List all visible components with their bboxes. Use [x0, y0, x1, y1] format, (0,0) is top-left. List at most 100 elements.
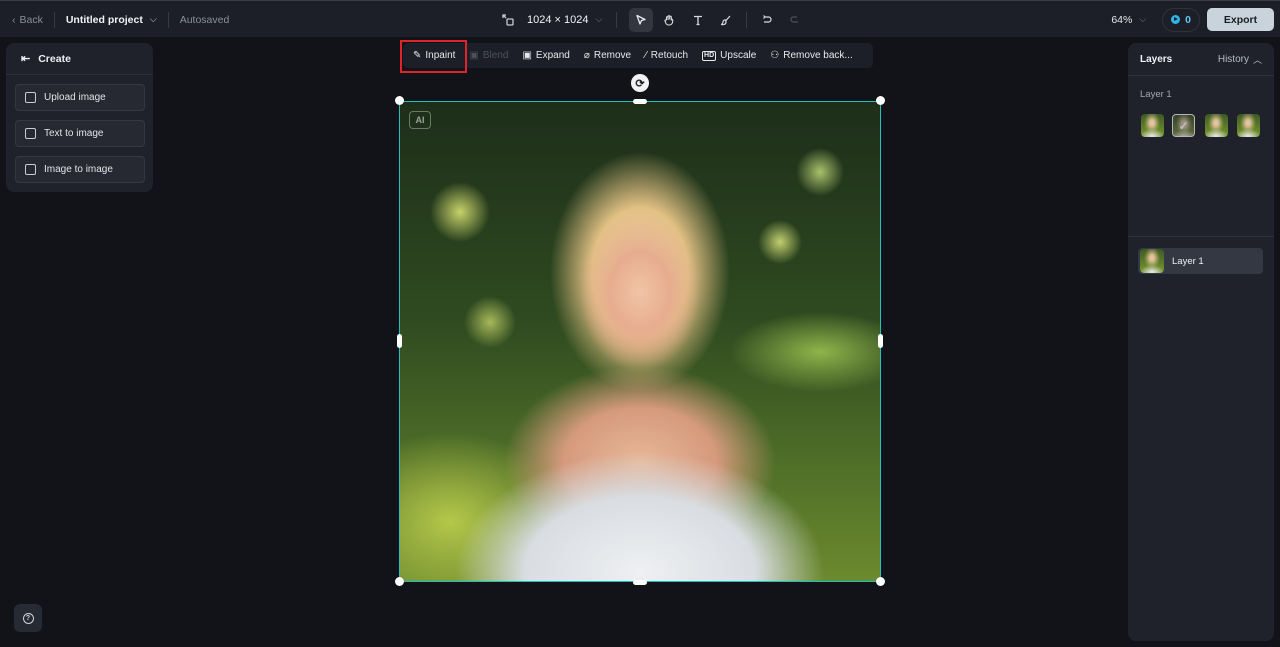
resize-handle-right[interactable]	[878, 334, 883, 348]
redo-button[interactable]	[783, 8, 807, 32]
help-button[interactable]: ?	[14, 604, 42, 632]
image-to-image-icon	[25, 164, 36, 175]
layer-name: Layer 1	[1172, 255, 1204, 267]
top-bar-right: 64% ⌵ 0 Export	[1111, 1, 1280, 38]
resize-handle-top-right[interactable]	[876, 96, 885, 105]
hand-icon	[664, 14, 674, 26]
resize-icon[interactable]	[500, 12, 516, 28]
top-bar: ‹ Back Untitled project ⌵ Autosaved 1024…	[0, 0, 1280, 37]
create-panel-title: Create	[38, 52, 71, 65]
undo-button[interactable]	[755, 8, 779, 32]
create-panel-header[interactable]: ⇤ Create	[6, 43, 153, 75]
remove-background-label: Remove back...	[783, 50, 853, 61]
project-name-dropdown[interactable]: Untitled project ⌵	[66, 14, 157, 26]
save-status: Autosaved	[179, 13, 230, 26]
text-to-image-icon	[25, 128, 36, 139]
ai-badge: AI	[409, 111, 431, 129]
blend-icon: ▣	[469, 50, 479, 61]
chevron-up-icon: ︿	[1252, 54, 1262, 65]
layers-panel-header: Layers History ︿	[1128, 43, 1274, 76]
back-button[interactable]: ‹ Back	[12, 14, 43, 26]
resize-handle-bottom-right[interactable]	[876, 577, 885, 586]
undo-icon	[763, 14, 772, 23]
upload-image-button[interactable]: Upload image	[15, 84, 145, 111]
layer-thumbnail	[1140, 249, 1164, 273]
history-label: History	[1217, 53, 1249, 65]
layers-panel: Layers History ︿ Layer 1 ✓ Layer 1	[1128, 43, 1274, 641]
remove-label: Remove	[593, 50, 632, 61]
canvas-size-dropdown[interactable]: 1024 × 1024 ⌵	[527, 14, 602, 26]
variant-thumbnail[interactable]	[1205, 114, 1228, 137]
text-icon	[694, 15, 703, 25]
upload-image-icon	[25, 92, 36, 103]
resize-handle-bottom-left[interactable]	[395, 577, 404, 586]
back-label: Back	[19, 13, 43, 26]
image-action-toolbar: ✎ Inpaint ▣ Blend ▣ Expand ⌀ Remove ⁄ Re…	[403, 43, 873, 68]
divider	[167, 11, 169, 28]
expand-button[interactable]: ▣ Expand	[515, 50, 576, 61]
divider	[616, 11, 618, 28]
layers-tab[interactable]: Layers	[1140, 54, 1172, 65]
chevron-left-icon: ‹	[12, 13, 16, 26]
chevron-down-icon: ⌵	[1139, 14, 1147, 24]
retouch-button[interactable]: ⁄ Retouch	[638, 50, 695, 61]
text-tool-button[interactable]	[686, 8, 710, 32]
variant-thumbnail[interactable]	[1141, 114, 1164, 137]
export-button[interactable]: Export	[1207, 8, 1274, 31]
layer-item[interactable]: Layer 1	[1138, 248, 1263, 274]
magic-wand-icon: ⁄	[645, 50, 647, 61]
credits-badge[interactable]: 0	[1162, 7, 1200, 32]
brush-tool-button[interactable]	[714, 8, 738, 32]
remove-background-button[interactable]: ⚇ Remove back...	[763, 50, 859, 61]
upload-image-label: Upload image	[44, 92, 106, 103]
hand-tool-button[interactable]	[657, 8, 681, 32]
remove-button[interactable]: ⌀ Remove	[577, 50, 638, 61]
divider	[1128, 236, 1274, 237]
divider	[746, 11, 748, 28]
brush-icon	[721, 15, 731, 25]
top-bar-left: ‹ Back Untitled project ⌵ Autosaved	[12, 1, 229, 38]
expand-label: Expand	[535, 50, 570, 61]
collapse-panel-icon: ⇤	[21, 53, 31, 65]
variant-group-label: Layer 1	[1140, 89, 1172, 100]
history-toggle[interactable]: History ︿	[1218, 53, 1262, 66]
resize-handle-top[interactable]	[633, 99, 647, 104]
resize-handle-bottom[interactable]	[633, 580, 647, 585]
variant-thumbnail[interactable]	[1237, 114, 1260, 137]
eraser-icon: ⌀	[583, 50, 590, 61]
cursor-arrow-icon	[636, 14, 646, 25]
rotate-handle[interactable]: ⟳	[631, 74, 649, 92]
create-panel: ⇤ Create Upload image Text to image Imag…	[6, 43, 153, 192]
credits-icon	[1171, 15, 1181, 24]
variant-thumbnail-selected[interactable]: ✓	[1172, 114, 1195, 137]
image-to-image-button[interactable]: Image to image	[15, 156, 145, 183]
project-name: Untitled project	[65, 13, 143, 26]
blend-button[interactable]: ▣ Blend	[462, 50, 515, 61]
hd-icon: HD	[702, 50, 717, 61]
zoom-dropdown[interactable]: 64% ⌵	[1111, 14, 1146, 26]
top-bar-center: 1024 × 1024 ⌵	[500, 1, 807, 38]
resize-handle-left[interactable]	[397, 334, 402, 348]
zoom-level: 64%	[1111, 13, 1133, 26]
credits-count: 0	[1185, 13, 1191, 26]
divider	[53, 11, 55, 28]
resize-handle-top-left[interactable]	[395, 96, 404, 105]
text-to-image-label: Text to image	[44, 128, 104, 139]
text-to-image-button[interactable]: Text to image	[15, 120, 145, 147]
select-tool-button[interactable]	[629, 7, 654, 32]
chevron-down-icon: ⌵	[595, 14, 603, 24]
upscale-label: Upscale	[720, 50, 757, 61]
redo-icon	[790, 15, 799, 23]
help-icon: ?	[22, 612, 34, 624]
blend-label: Blend	[482, 50, 509, 61]
chevron-down-icon: ⌵	[149, 14, 157, 24]
expand-icon: ▣	[522, 50, 532, 61]
upscale-button[interactable]: HD Upscale	[695, 50, 763, 61]
rotate-icon: ⟳	[635, 77, 645, 90]
inpaint-highlight-box	[400, 40, 467, 73]
remove-background-icon: ⚇	[770, 50, 780, 61]
image-to-image-label: Image to image	[44, 164, 113, 175]
canvas-image[interactable]	[399, 101, 881, 582]
checkmark-icon: ✓	[1178, 118, 1189, 133]
retouch-label: Retouch	[650, 50, 689, 61]
